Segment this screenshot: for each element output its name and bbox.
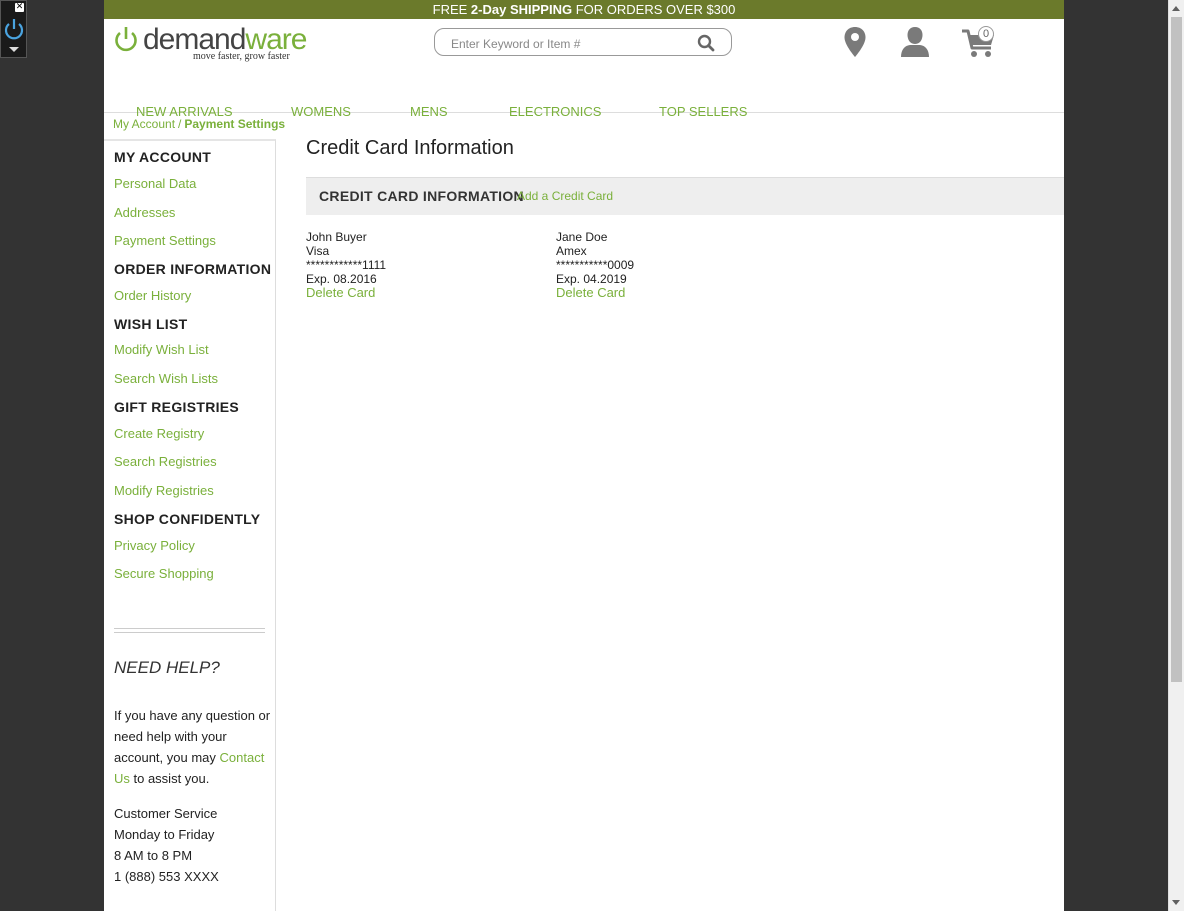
promo-suffix: FOR ORDERS OVER $300 [575,2,736,17]
promo-banner: FREE 2-Day SHIPPING FOR ORDERS OVER $300 [104,0,1064,19]
card-expiration: Exp. 08.2016 [306,272,377,286]
sidebar-item-search-registries[interactable]: Search Registries [114,454,217,469]
section-title: CREDIT CARD INFORMATION [319,188,524,204]
card-holder-name: Jane Doe [556,230,608,244]
power-icon[interactable] [3,16,25,42]
need-help-title: NEED HELP? [114,658,220,677]
customer-service-days: Monday to Friday [114,827,215,842]
search-box [434,28,732,56]
scrollbar-thumb[interactable] [1171,17,1182,682]
search-input[interactable] [449,34,693,54]
site-header: demandware move faster, grow faster 0 [104,19,1064,119]
scroll-down-arrow-icon[interactable] [1172,900,1180,905]
delete-card-link[interactable]: Delete Card [306,286,386,300]
sidebar-item-addresses[interactable]: Addresses [114,205,175,220]
sidebar-item-modify-wish-list[interactable]: Modify Wish List [114,342,209,357]
customer-service-hours: 8 AM to 8 PM [114,848,193,863]
sidebar-item-payment-settings[interactable]: Payment Settings [114,233,216,248]
logo-tagline: move faster, grow faster [193,51,290,62]
card-number: ***********0009 [556,258,635,272]
cart-count-badge[interactable]: 0 [978,26,994,42]
delete-card-link[interactable]: Delete Card [556,286,634,300]
nav-item-top-sellers[interactable]: TOP SELLERS [659,104,747,119]
help-text-after: to assist you. [129,771,210,786]
sidebar-heading-order-information: ORDER INFORMATION [114,261,272,277]
scroll-up-arrow-icon[interactable] [1172,6,1180,11]
sidebar-divider [114,628,265,633]
search-icon[interactable] [697,34,715,52]
sidebar-item-search-wish-lists[interactable]: Search Wish Lists [114,371,218,386]
power-logo-icon [115,27,137,52]
close-icon[interactable]: ✕ [15,3,24,12]
promo-prefix: FREE [432,2,468,17]
page-title: Credit Card Information [306,137,514,159]
page: FREE 2-Day SHIPPING FOR ORDERS OVER $300… [104,0,1064,911]
breadcrumb-my-account[interactable]: My Account [113,117,175,131]
breadcrumb-separator: / [178,117,182,131]
customer-service-title: Customer Service [114,806,218,821]
sidebar-heading-my-account: MY ACCOUNT [114,149,212,165]
add-credit-card-link[interactable]: Add a Credit Card [517,189,613,203]
sidebar-heading-gift-registries: GIFT REGISTRIES [114,399,240,415]
card-type: Visa [306,244,330,258]
store-locator-icon[interactable] [843,26,867,58]
nav-item-mens[interactable]: MENS [410,104,448,119]
nav-item-electronics[interactable]: ELECTRONICS [509,104,601,119]
breadcrumb: My Account / Payment Settings [113,117,285,131]
dev-toolbar-widget[interactable]: ✕ [0,0,27,58]
card-type: Amex [556,244,587,258]
cart-count: 0 [982,28,990,40]
sidebar-item-privacy-policy[interactable]: Privacy Policy [114,538,195,553]
breadcrumb-payment-settings[interactable]: Payment Settings [184,117,285,131]
sidebar-item-create-registry[interactable]: Create Registry [114,426,204,441]
account-icon[interactable] [899,26,931,58]
credit-card-section-header: CREDIT CARD INFORMATION Add a Credit Car… [306,177,1064,215]
nav-item-womens[interactable]: WOMENS [291,104,351,119]
sidebar-item-secure-shopping[interactable]: Secure Shopping [114,566,214,581]
card-expiration: Exp. 04.2019 [556,272,627,286]
vertical-scrollbar[interactable] [1168,0,1184,911]
card-number: ************1111 [306,258,387,272]
credit-card-item: John Buyer Visa ************1111 Exp. 08… [306,230,386,300]
help-text: If you have any question or need help wi… [114,705,274,789]
sidebar-item-order-history[interactable]: Order History [114,288,191,303]
card-holder-name: John Buyer [306,230,367,244]
sidebar-item-modify-registries[interactable]: Modify Registries [114,483,214,498]
sidebar-heading-wish-list: WISH LIST [114,316,188,332]
sidebar-item-personal-data[interactable]: Personal Data [114,176,196,191]
promo-bold: 2-Day SHIPPING [470,2,573,17]
customer-service-phone: 1 (888) 553 XXXX [114,869,219,884]
account-sidebar: MY ACCOUNT Personal Data Addresses Payme… [104,139,276,911]
sidebar-heading-shop-confidently: SHOP CONFIDENTLY [114,511,261,527]
chevron-down-icon[interactable] [9,47,19,52]
credit-card-item: Jane Doe Amex ***********0009 Exp. 04.20… [556,230,634,300]
